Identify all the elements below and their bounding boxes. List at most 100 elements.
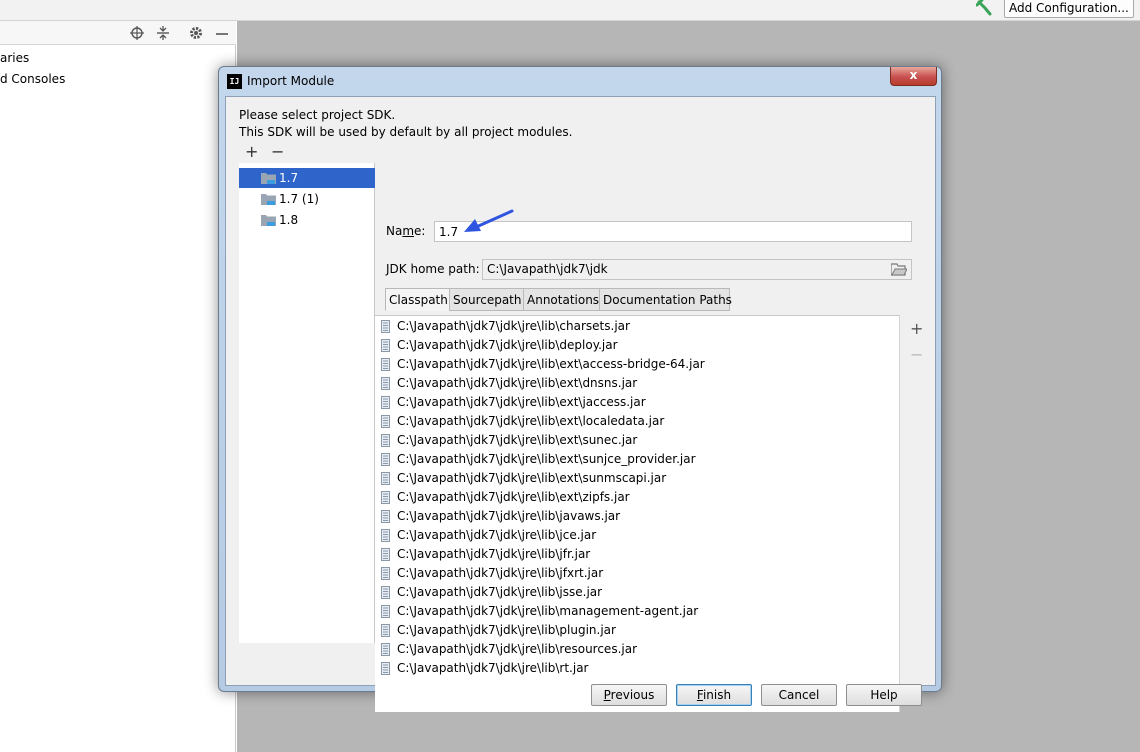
instruction-line-2: This SDK will be used by default by all … bbox=[239, 125, 573, 139]
jar-file-icon bbox=[381, 396, 390, 409]
classpath-row[interactable]: C:\Javapath\jdk7\jdk\jre\lib\ext\sunmsca… bbox=[375, 469, 895, 488]
classpath-row[interactable]: C:\Javapath\jdk7\jdk\jre\lib\charsets.ja… bbox=[375, 317, 895, 336]
classpath-row[interactable]: C:\Javapath\jdk7\jdk\jre\lib\jfxrt.jar bbox=[375, 564, 895, 583]
sdk-item-1-8[interactable]: 1.8 bbox=[239, 210, 375, 230]
sdk-item-label: 1.7 (1) bbox=[279, 192, 319, 206]
finish-button[interactable]: Finish bbox=[676, 684, 752, 706]
add-classpath-button[interactable]: + bbox=[910, 321, 923, 337]
jar-file-icon bbox=[381, 339, 390, 352]
classpath-entry: C:\Javapath\jdk7\jdk\jre\lib\javaws.jar bbox=[397, 509, 621, 523]
dialog-title-bar[interactable]: IJ Import Module x bbox=[219, 67, 941, 95]
import-module-dialog: IJ Import Module x Please select project… bbox=[218, 66, 942, 712]
classpath-row[interactable]: C:\Javapath\jdk7\jdk\jre\lib\ext\access-… bbox=[375, 355, 895, 374]
classpath-entry: C:\Javapath\jdk7\jdk\jre\lib\ext\sunjce_… bbox=[397, 452, 696, 466]
previous-mnemonic: P bbox=[603, 688, 611, 702]
jar-file-icon bbox=[381, 643, 390, 656]
dialog-content: Please select project SDK. This SDK will… bbox=[225, 96, 936, 712]
jar-file-icon bbox=[381, 662, 390, 675]
cancel-button[interactable]: Cancel bbox=[761, 684, 837, 706]
jar-file-icon bbox=[381, 624, 390, 637]
name-label-mnemonic: m bbox=[402, 224, 415, 238]
help-button[interactable]: Help bbox=[846, 684, 922, 706]
jar-file-icon bbox=[381, 377, 390, 390]
classpath-row[interactable]: C:\Javapath\jdk7\jdk\jre\lib\plugin.jar bbox=[375, 621, 895, 640]
jdk-home-label: JDK home path: bbox=[386, 262, 480, 276]
classpath-entry: C:\Javapath\jdk7\jdk\jre\lib\ext\zipfs.j… bbox=[397, 490, 630, 504]
project-panel: aries d Consoles bbox=[0, 21, 236, 752]
browse-folder-icon[interactable] bbox=[891, 263, 907, 276]
classpath-row[interactable]: C:\Javapath\jdk7\jdk\jre\lib\jsse.jar bbox=[375, 583, 895, 602]
sdk-item-label: 1.7 bbox=[279, 171, 299, 185]
add-configuration-button[interactable]: Add Configuration... bbox=[1004, 0, 1134, 18]
sdk-item-1-7-1[interactable]: 1.7 (1) bbox=[239, 189, 375, 209]
classpath-row[interactable]: C:\Javapath\jdk7\jdk\jre\lib\deploy.jar bbox=[375, 336, 895, 355]
tab-sourcepath[interactable]: Sourcepath bbox=[449, 288, 524, 311]
classpath-row[interactable]: C:\Javapath\jdk7\jdk\jre\lib\ext\localed… bbox=[375, 412, 895, 431]
jdk-folder-icon bbox=[261, 173, 276, 184]
sdk-item-1-7[interactable]: 1.7 bbox=[239, 168, 375, 188]
jar-file-icon bbox=[381, 510, 390, 523]
remove-sdk-button[interactable]: − bbox=[271, 144, 284, 160]
sdk-list: 1.7 1.7 (1) 1.8 bbox=[239, 163, 375, 643]
jar-file-icon bbox=[381, 453, 390, 466]
classpath-entry: C:\Javapath\jdk7\jdk\jre\lib\jfxrt.jar bbox=[397, 566, 604, 580]
finish-label: inish bbox=[702, 688, 732, 702]
classpath-row[interactable]: C:\Javapath\jdk7\jdk\jre\lib\ext\sunec.j… bbox=[375, 431, 895, 450]
name-label-part: Na bbox=[386, 224, 403, 238]
locate-target-icon[interactable] bbox=[129, 25, 145, 41]
classpath-row[interactable]: C:\Javapath\jdk7\jdk\jre\lib\rt.jar bbox=[375, 659, 895, 678]
classpath-row[interactable]: C:\Javapath\jdk7\jdk\jre\lib\jce.jar bbox=[375, 526, 895, 545]
tree-item-libraries[interactable]: aries bbox=[0, 51, 29, 65]
classpath-row[interactable]: C:\Javapath\jdk7\jdk\jre\lib\jfr.jar bbox=[375, 545, 895, 564]
classpath-entry: C:\Javapath\jdk7\jdk\jre\lib\ext\sunmsca… bbox=[397, 471, 667, 485]
jar-file-icon bbox=[381, 320, 390, 333]
add-sdk-button[interactable]: + bbox=[245, 144, 258, 160]
classpath-row[interactable]: C:\Javapath\jdk7\jdk\jre\lib\javaws.jar bbox=[375, 507, 895, 526]
annotation-arrow-icon bbox=[464, 209, 514, 232]
remove-classpath-button[interactable]: − bbox=[910, 347, 923, 363]
classpath-entry: C:\Javapath\jdk7\jdk\jre\lib\jsse.jar bbox=[397, 585, 603, 599]
classpath-entry: C:\Javapath\jdk7\jdk\jre\lib\ext\sunec.j… bbox=[397, 433, 638, 447]
tab-classpath[interactable]: Classpath bbox=[385, 288, 450, 311]
classpath-row[interactable]: C:\Javapath\jdk7\jdk\jre\lib\ext\zipfs.j… bbox=[375, 488, 895, 507]
classpath-entry: C:\Javapath\jdk7\jdk\jre\lib\deploy.jar bbox=[397, 338, 618, 352]
classpath-entry: C:\Javapath\jdk7\jdk\jre\lib\plugin.jar bbox=[397, 623, 616, 637]
classpath-row[interactable]: C:\Javapath\jdk7\jdk\jre\lib\ext\dnsns.j… bbox=[375, 374, 895, 393]
classpath-entry: C:\Javapath\jdk7\jdk\jre\lib\jfr.jar bbox=[397, 547, 591, 561]
previous-label: revious bbox=[610, 688, 655, 702]
project-panel-toolbar bbox=[0, 21, 236, 45]
classpath-entry: C:\Javapath\jdk7\jdk\jre\lib\ext\dnsns.j… bbox=[397, 376, 638, 390]
name-label-part: e: bbox=[414, 224, 426, 238]
classpath-entry: C:\Javapath\jdk7\jdk\jre\lib\rt.jar bbox=[397, 661, 589, 675]
classpath-entry: C:\Javapath\jdk7\jdk\jre\lib\ext\jaccess… bbox=[397, 395, 646, 409]
hide-panel-icon[interactable] bbox=[214, 25, 230, 41]
sdk-item-label: 1.8 bbox=[279, 213, 299, 227]
classpath-row[interactable]: C:\Javapath\jdk7\jdk\jre\lib\resources.j… bbox=[375, 640, 895, 659]
jdk-home-path-field[interactable]: C:\Javapath\jdk7\jdk bbox=[482, 259, 912, 280]
jar-file-icon bbox=[381, 586, 390, 599]
ide-top-toolbar: Add Configuration... bbox=[0, 0, 1140, 21]
jar-file-icon bbox=[381, 434, 390, 447]
tab-documentation-paths[interactable]: Documentation Paths bbox=[599, 288, 732, 311]
jar-file-icon bbox=[381, 358, 390, 371]
settings-gear-icon[interactable] bbox=[188, 25, 204, 41]
tab-annotations[interactable]: Annotations bbox=[523, 288, 600, 311]
jar-file-icon bbox=[381, 472, 390, 485]
instruction-line-1: Please select project SDK. bbox=[239, 108, 396, 122]
classpath-entry: C:\Javapath\jdk7\jdk\jre\lib\jce.jar bbox=[397, 528, 597, 542]
jar-file-icon bbox=[381, 491, 390, 504]
classpath-entry: C:\Javapath\jdk7\jdk\jre\lib\charsets.ja… bbox=[397, 319, 630, 333]
classpath-row[interactable]: C:\Javapath\jdk7\jdk\jre\lib\management-… bbox=[375, 602, 895, 621]
classpath-entry: C:\Javapath\jdk7\jdk\jre\lib\ext\localed… bbox=[397, 414, 665, 428]
classpath-row[interactable]: C:\Javapath\jdk7\jdk\jre\lib\ext\sunjce_… bbox=[375, 450, 895, 469]
previous-button[interactable]: Previous bbox=[591, 684, 667, 706]
jar-file-icon bbox=[381, 605, 390, 618]
collapse-all-icon[interactable] bbox=[155, 25, 171, 41]
jar-file-icon bbox=[381, 548, 390, 561]
jdk-folder-icon bbox=[261, 194, 276, 205]
build-hammer-icon[interactable] bbox=[976, 0, 994, 16]
close-button[interactable]: x bbox=[890, 67, 937, 86]
tree-item-scratches-consoles[interactable]: d Consoles bbox=[0, 72, 65, 86]
classpath-entry: C:\Javapath\jdk7\jdk\jre\lib\resources.j… bbox=[397, 642, 638, 656]
classpath-row[interactable]: C:\Javapath\jdk7\jdk\jre\lib\ext\jaccess… bbox=[375, 393, 895, 412]
